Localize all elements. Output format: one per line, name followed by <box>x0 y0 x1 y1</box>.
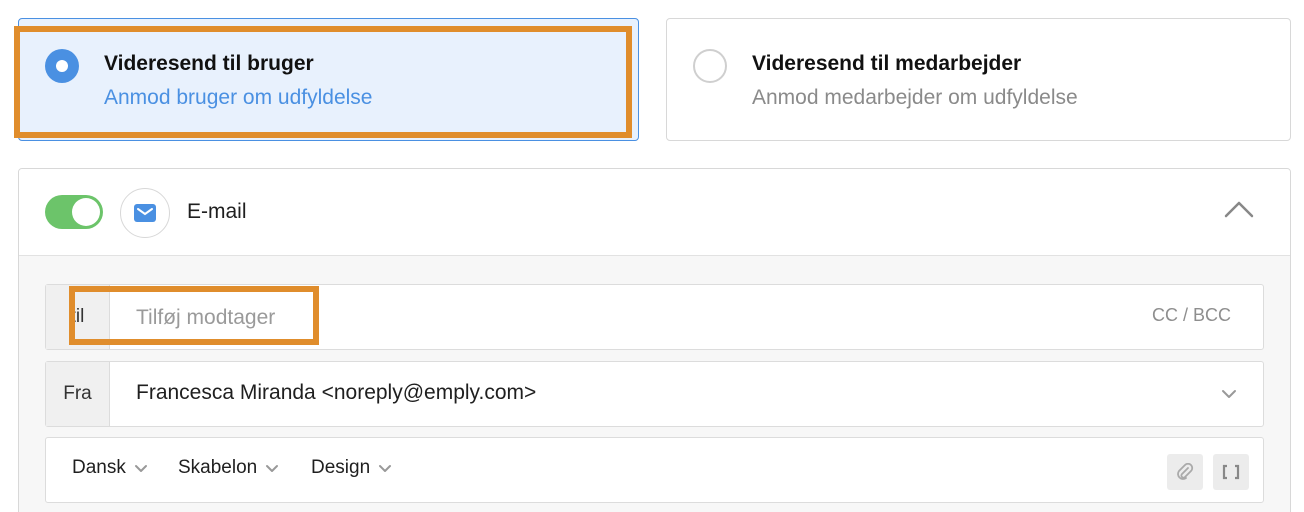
option-employee-subtitle: Anmod medarbejder om udfyldelse <box>752 86 1078 109</box>
chevron-down-icon <box>266 464 279 472</box>
radio-unselected-icon[interactable] <box>693 49 727 83</box>
recipient-input[interactable] <box>136 303 536 333</box>
option-user-title: Videresend til bruger <box>104 52 314 75</box>
design-dropdown[interactable]: Design <box>311 457 392 479</box>
language-label: Dansk <box>72 457 126 478</box>
editor-toolbar: Dansk Skabelon Design <box>45 437 1264 503</box>
email-panel: E-mail til CC / BCC Fra Francesca Mirand… <box>18 168 1291 512</box>
template-label: Skabelon <box>178 457 258 478</box>
template-dropdown[interactable]: Skabelon <box>178 457 279 479</box>
option-forward-to-employee[interactable]: Videresend til medarbejder Anmod medarbe… <box>666 18 1291 141</box>
radio-selected-icon[interactable] <box>45 49 79 83</box>
to-label: til <box>46 285 110 349</box>
attachment-button[interactable] <box>1167 454 1203 490</box>
to-field-row: til CC / BCC <box>45 284 1264 350</box>
cc-bcc-link[interactable]: CC / BCC <box>1152 305 1231 326</box>
paperclip-icon <box>1177 463 1194 480</box>
design-label: Design <box>311 457 371 478</box>
placeholder-button[interactable] <box>1213 454 1249 490</box>
from-label: Fra <box>46 362 110 426</box>
mail-icon <box>120 188 170 238</box>
brackets-icon <box>1222 464 1240 480</box>
chevron-down-icon[interactable] <box>1221 389 1237 399</box>
email-label: E-mail <box>187 200 247 223</box>
option-forward-to-user[interactable]: Videresend til bruger Anmod bruger om ud… <box>18 18 639 141</box>
email-header[interactable]: E-mail <box>19 169 1290 256</box>
chevron-down-icon <box>134 464 147 472</box>
chevron-down-icon <box>379 464 392 472</box>
from-value: Francesca Miranda <noreply@emply.com> <box>136 381 537 404</box>
email-toggle[interactable] <box>45 195 103 229</box>
option-employee-title: Videresend til medarbejder <box>752 52 1022 75</box>
from-field-row[interactable]: Fra Francesca Miranda <noreply@emply.com… <box>45 361 1264 427</box>
option-user-subtitle: Anmod bruger om udfyldelse <box>104 86 373 109</box>
language-dropdown[interactable]: Dansk <box>72 457 148 479</box>
chevron-up-icon[interactable] <box>1224 199 1254 219</box>
